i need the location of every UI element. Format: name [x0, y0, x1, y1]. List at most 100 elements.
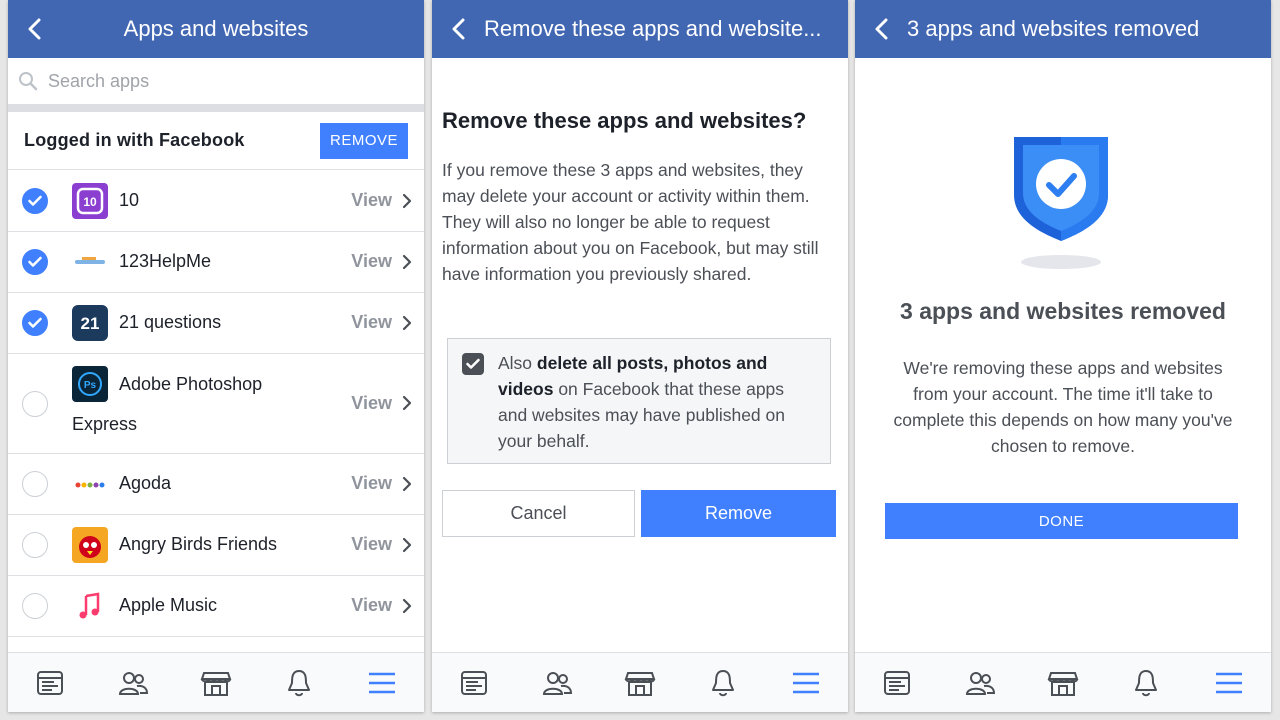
- view-app-link[interactable]: View: [351, 251, 412, 272]
- remove-confirm-screen: Remove these apps and website... Remove …: [432, 0, 848, 712]
- tab-bar: [432, 652, 848, 712]
- news-feed-icon: [883, 670, 910, 695]
- apple-music-app-icon: [72, 588, 108, 624]
- app-select-checkbox[interactable]: [22, 310, 48, 336]
- app-row[interactable]: Apple Music View: [8, 576, 424, 637]
- ten-app-icon: 10: [72, 183, 108, 219]
- marketplace-icon: [200, 671, 232, 696]
- tab-notifications-bell[interactable]: [1126, 663, 1166, 703]
- app-select-checkbox[interactable]: [22, 249, 48, 275]
- tab-friends[interactable]: [960, 663, 1000, 703]
- header-bar: 3 apps and websites removed: [855, 0, 1271, 58]
- angry-birds-app-icon: [72, 527, 108, 563]
- tab-bar: [8, 652, 424, 712]
- chevron-left-icon: [452, 18, 465, 40]
- section-title: Logged in with Facebook: [24, 130, 245, 150]
- view-app-link[interactable]: View: [351, 190, 412, 211]
- view-app-link[interactable]: View: [351, 393, 412, 414]
- view-app-link[interactable]: View: [351, 473, 412, 494]
- app-name-continued: Express: [72, 414, 138, 434]
- search-bar[interactable]: [8, 58, 424, 112]
- app-select-checkbox[interactable]: [22, 390, 48, 417]
- view-label: View: [351, 312, 392, 332]
- tab-news-feed[interactable]: [454, 663, 494, 703]
- app-name: 123HelpMe: [119, 251, 212, 271]
- view-app-link[interactable]: View: [351, 312, 412, 333]
- header-bar: Remove these apps and website...: [432, 0, 848, 58]
- friends-icon: [965, 671, 995, 695]
- success-description: We're removing these apps and websites f…: [893, 358, 1233, 456]
- back-button[interactable]: [8, 0, 60, 58]
- app-select-checkbox[interactable]: [22, 188, 48, 214]
- tab-friends[interactable]: [537, 663, 577, 703]
- notifications-bell-icon: [712, 669, 735, 696]
- app-name: 10: [119, 190, 140, 210]
- delete-posts-option[interactable]: Also delete all posts, photos and videos…: [447, 338, 831, 464]
- done-button[interactable]: DONE: [885, 503, 1238, 539]
- menu-icon: [369, 672, 396, 693]
- back-button[interactable]: [855, 0, 907, 58]
- tab-marketplace[interactable]: [196, 663, 236, 703]
- chevron-left-icon: [28, 18, 41, 40]
- section-header: Logged in with Facebook REMOVE: [8, 112, 424, 170]
- view-label: View: [351, 595, 392, 615]
- delete-posts-label: Also delete all posts, photos and videos…: [498, 350, 818, 454]
- delete-posts-checkbox[interactable]: [462, 353, 484, 375]
- app-row[interactable]: 21 21 questions View: [8, 293, 424, 354]
- tab-news-feed[interactable]: [30, 663, 70, 703]
- chevron-right-icon: [402, 315, 412, 330]
- view-label: View: [351, 392, 392, 413]
- marketplace-icon: [624, 671, 656, 696]
- view-app-link[interactable]: View: [351, 595, 412, 616]
- tab-marketplace[interactable]: [620, 663, 660, 703]
- app-row[interactable]: Angry Birds Friends View: [8, 515, 424, 576]
- tab-menu[interactable]: [1209, 663, 1249, 703]
- agoda-app-icon: [72, 466, 108, 502]
- photoshop-express-app-icon: Ps: [72, 366, 108, 402]
- remove-button[interactable]: REMOVE: [320, 122, 408, 159]
- screenshot-collage: Apps and websites Logged in with Faceboo…: [0, 0, 1280, 720]
- checkmark-icon: [28, 317, 42, 328]
- app-select-checkbox[interactable]: [22, 471, 48, 497]
- app-name: Agoda: [119, 473, 172, 493]
- dialog-heading: Remove these apps and websites?: [442, 108, 807, 133]
- cancel-button[interactable]: Cancel: [442, 490, 635, 537]
- app-row[interactable]: Ps Adobe Photoshop Express View: [8, 354, 424, 454]
- app-name: Adobe Photoshop: [119, 374, 263, 394]
- app-row[interactable]: 10 10 View: [8, 171, 424, 232]
- removed-success-screen: 3 apps and websites removed 3 apps and w…: [855, 0, 1271, 712]
- friends-icon: [542, 671, 572, 695]
- tab-friends[interactable]: [113, 663, 153, 703]
- app-select-checkbox[interactable]: [22, 532, 48, 558]
- page-title: Apps and websites: [123, 16, 309, 41]
- confirm-remove-button[interactable]: Remove: [641, 490, 836, 537]
- view-app-link[interactable]: View: [351, 534, 412, 555]
- view-label: View: [351, 473, 392, 493]
- 21-questions-app-icon: 21: [72, 305, 108, 341]
- chevron-right-icon: [402, 598, 412, 613]
- app-select-checkbox[interactable]: [22, 593, 48, 619]
- tab-marketplace[interactable]: [1043, 663, 1083, 703]
- page-title: 3 apps and websites removed: [907, 16, 1200, 41]
- page-title: Remove these apps and website...: [484, 16, 822, 41]
- view-label: View: [351, 251, 392, 271]
- tab-news-feed[interactable]: [877, 663, 917, 703]
- chevron-right-icon: [402, 537, 412, 552]
- tab-notifications-bell[interactable]: [703, 663, 743, 703]
- tab-notifications-bell[interactable]: [279, 663, 319, 703]
- tab-menu[interactable]: [786, 663, 826, 703]
- friends-icon: [118, 671, 148, 695]
- app-name: Angry Birds Friends: [119, 534, 278, 554]
- chevron-right-icon: [402, 476, 412, 491]
- view-label: View: [351, 190, 392, 210]
- app-row[interactable]: 123HelpMe View: [8, 232, 424, 293]
- back-button[interactable]: [432, 0, 484, 58]
- notifications-bell-icon: [1135, 669, 1158, 696]
- chevron-right-icon: [402, 254, 412, 269]
- tab-menu[interactable]: [362, 663, 402, 703]
- app-name: Apple Music: [119, 595, 218, 615]
- search-input[interactable]: [48, 70, 388, 92]
- success-heading: 3 apps and websites removed: [900, 298, 1226, 324]
- app-row[interactable]: Agoda View: [8, 454, 424, 515]
- dialog-description: If you remove these 3 apps and websites,…: [442, 160, 819, 284]
